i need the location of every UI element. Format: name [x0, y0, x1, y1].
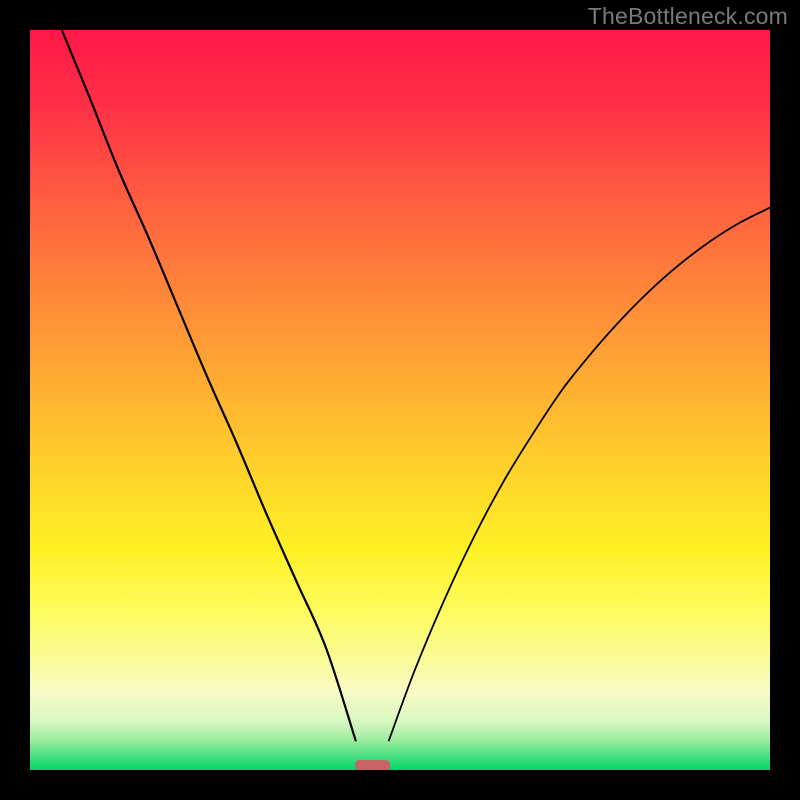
watermark-text: TheBottleneck.com — [588, 3, 788, 30]
baseline-marker — [355, 760, 390, 770]
bottleneck-curve — [30, 30, 770, 770]
chart-frame: TheBottleneck.com — [0, 0, 800, 800]
plot-area — [30, 30, 770, 770]
curve-left-branch — [62, 30, 356, 740]
curve-right-branch — [389, 208, 770, 741]
